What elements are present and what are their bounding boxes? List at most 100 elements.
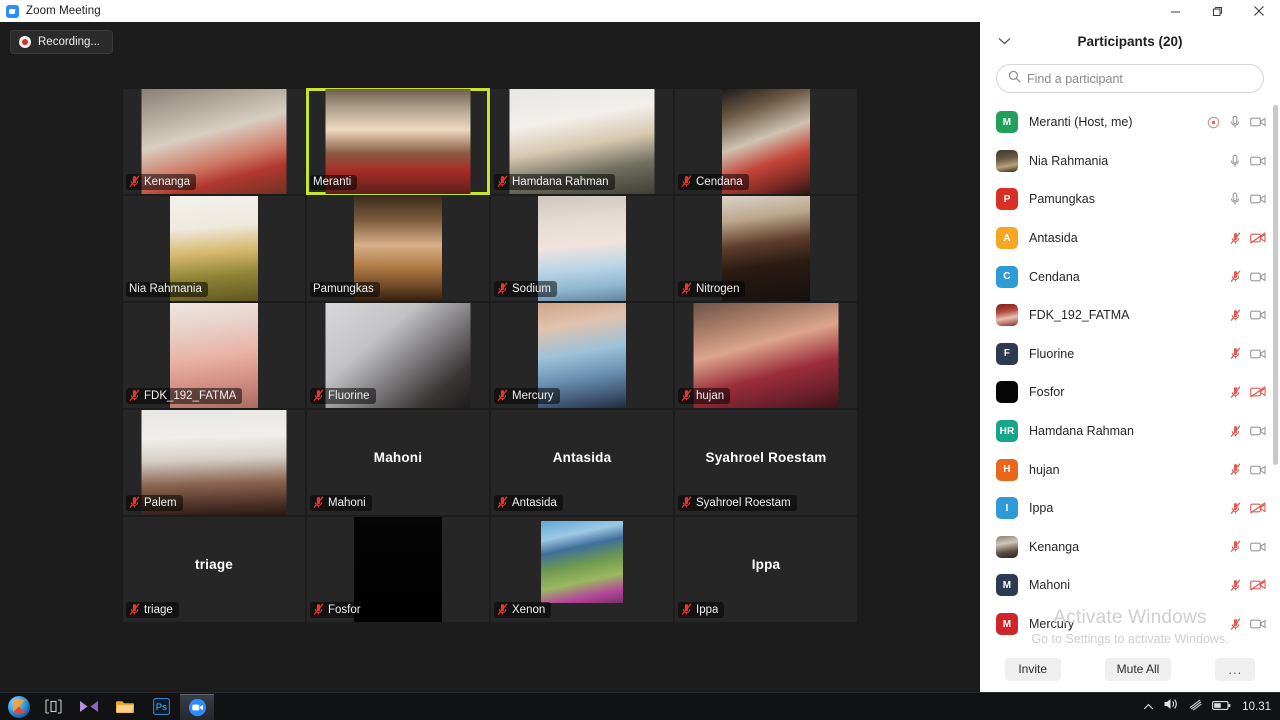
invite-button[interactable]: Invite xyxy=(1004,657,1061,681)
tile-center-name: Antasida xyxy=(552,450,612,465)
video-tile[interactable]: Fosfor xyxy=(306,516,490,623)
camera-on-icon[interactable] xyxy=(1250,425,1266,437)
participant-row[interactable]: C Cendana xyxy=(980,257,1280,296)
tile-participant-name: Sodium xyxy=(512,282,551,295)
search-input[interactable]: Find a participant xyxy=(996,64,1264,93)
task-view-icon[interactable] xyxy=(36,694,70,720)
mic-muted-icon[interactable] xyxy=(1230,502,1241,515)
video-tile[interactable]: Mahoni Mahoni xyxy=(306,409,490,516)
window-title: Zoom Meeting xyxy=(26,5,101,17)
mic-on-icon[interactable] xyxy=(1229,192,1241,206)
mic-on-icon[interactable] xyxy=(1229,115,1241,129)
participant-row[interactable]: F Fluorine xyxy=(980,335,1280,374)
participant-list[interactable]: M Meranti (Host, me) Nia Rahmania P Pamung… xyxy=(980,103,1280,646)
camera-on-icon[interactable] xyxy=(1250,348,1266,360)
wifi-icon[interactable] xyxy=(1188,698,1203,716)
camera-off-icon[interactable] xyxy=(1250,386,1266,399)
participant-row[interactable]: M Mercury xyxy=(980,605,1280,644)
video-tile[interactable]: Palem xyxy=(122,409,306,516)
camera-on-icon[interactable] xyxy=(1250,271,1266,283)
camera-off-icon[interactable] xyxy=(1250,579,1266,592)
video-tile[interactable]: Pamungkas xyxy=(306,195,490,302)
tile-participant-name: Nitrogen xyxy=(696,282,740,295)
taskbar-clock: 10.31 xyxy=(1242,700,1271,713)
avatar: HR xyxy=(996,420,1018,443)
participant-list-scrollbar[interactable] xyxy=(1273,105,1278,465)
volume-icon[interactable] xyxy=(1163,697,1179,716)
close-button[interactable] xyxy=(1238,0,1280,22)
recording-indicator[interactable]: Recording... xyxy=(10,30,114,54)
participant-row[interactable]: Kenanga xyxy=(980,528,1280,567)
zoom-taskbar-icon[interactable] xyxy=(180,693,214,720)
mic-muted-icon[interactable] xyxy=(1230,270,1241,283)
video-tile[interactable]: Fluorine xyxy=(306,302,490,409)
avatar: F xyxy=(996,342,1018,365)
video-tile[interactable]: Mercury xyxy=(490,302,674,409)
camera-on-icon[interactable] xyxy=(1250,116,1266,128)
video-tile[interactable]: hujan xyxy=(674,302,858,409)
participant-row[interactable]: I Ippa xyxy=(980,489,1280,528)
participant-name: Meranti (Host, me) xyxy=(1029,115,1133,130)
video-tile[interactable]: Hamdana Rahman xyxy=(490,88,674,195)
video-tile[interactable]: Xenon xyxy=(490,516,674,623)
participant-status-icons xyxy=(1230,309,1266,322)
video-tile[interactable]: Nia Rahmania xyxy=(122,195,306,302)
mic-on-icon[interactable] xyxy=(1229,154,1241,168)
video-tile[interactable]: Meranti xyxy=(306,88,490,195)
mic-muted-icon[interactable] xyxy=(1230,386,1241,399)
video-tile[interactable]: triage triage xyxy=(122,516,306,623)
show-hidden-icons-icon[interactable] xyxy=(1143,698,1154,716)
restore-button[interactable] xyxy=(1196,0,1238,22)
mic-muted-icon[interactable] xyxy=(1230,579,1241,592)
mic-muted-icon[interactable] xyxy=(1230,309,1241,322)
mic-muted-icon[interactable] xyxy=(1230,617,1241,631)
mic-muted-icon xyxy=(497,175,508,188)
participant-row[interactable]: Nia Rahmania xyxy=(980,142,1280,181)
mic-muted-icon[interactable] xyxy=(1230,424,1241,438)
tile-participant-name: Syahroel Roestam xyxy=(696,496,791,509)
media-player-icon[interactable] xyxy=(72,694,106,720)
camera-on-icon[interactable] xyxy=(1250,464,1266,476)
participant-row[interactable]: A Antasida xyxy=(980,219,1280,258)
mic-muted-icon[interactable] xyxy=(1230,540,1241,553)
mic-muted-icon[interactable] xyxy=(1230,347,1241,360)
camera-on-icon[interactable] xyxy=(1250,541,1266,553)
video-tile[interactable]: Cendana xyxy=(674,88,858,195)
camera-off-icon[interactable] xyxy=(1250,502,1266,514)
video-tile[interactable]: Ippa Ippa xyxy=(674,516,858,623)
participant-row[interactable]: Fosfor xyxy=(980,373,1280,412)
tile-participant-name: Palem xyxy=(144,496,177,509)
photoshop-icon[interactable]: Ps xyxy=(144,694,178,720)
camera-on-icon[interactable] xyxy=(1250,618,1266,630)
mic-muted-icon xyxy=(497,282,508,295)
mic-muted-icon[interactable] xyxy=(1230,463,1241,476)
participant-row[interactable]: FDK_192_FATMA xyxy=(980,296,1280,335)
participant-row[interactable]: M Mahoni xyxy=(980,566,1280,605)
mic-muted-icon[interactable] xyxy=(1230,231,1241,245)
windows-start-icon[interactable] xyxy=(4,694,34,720)
participant-row[interactable]: M Meranti (Host, me) xyxy=(980,103,1280,142)
video-tile[interactable]: Antasida Antasida xyxy=(490,409,674,516)
video-tile[interactable]: Sodium xyxy=(490,195,674,302)
mute-all-button[interactable]: Mute All xyxy=(1104,657,1172,681)
participant-name: Pamungkas xyxy=(1029,192,1096,207)
chevron-down-icon[interactable] xyxy=(996,33,1012,49)
participant-name: Mercury xyxy=(1029,617,1075,632)
minimize-button[interactable] xyxy=(1154,0,1196,22)
file-explorer-icon[interactable] xyxy=(108,694,142,720)
camera-on-icon[interactable] xyxy=(1250,309,1266,321)
battery-icon[interactable] xyxy=(1212,698,1231,716)
camera-off-icon[interactable] xyxy=(1250,232,1266,244)
video-tile[interactable]: Syahroel Roestam Syahroel Roestam xyxy=(674,409,858,516)
camera-on-icon[interactable] xyxy=(1250,193,1266,205)
recording-label: Recording... xyxy=(38,36,101,48)
participant-row[interactable]: Hhujan xyxy=(980,450,1280,489)
video-tile[interactable]: Kenanga xyxy=(122,88,306,195)
participant-row[interactable]: P Pamungkas xyxy=(980,180,1280,219)
more-options-button[interactable]: ... xyxy=(1215,657,1256,681)
video-tile[interactable]: FDK_192_FATMA xyxy=(122,302,306,409)
participant-row[interactable]: HR Hamdana Rahman xyxy=(980,412,1280,451)
participant-status-icons xyxy=(1229,192,1266,206)
video-tile[interactable]: Nitrogen xyxy=(674,195,858,302)
camera-on-icon[interactable] xyxy=(1250,155,1266,167)
